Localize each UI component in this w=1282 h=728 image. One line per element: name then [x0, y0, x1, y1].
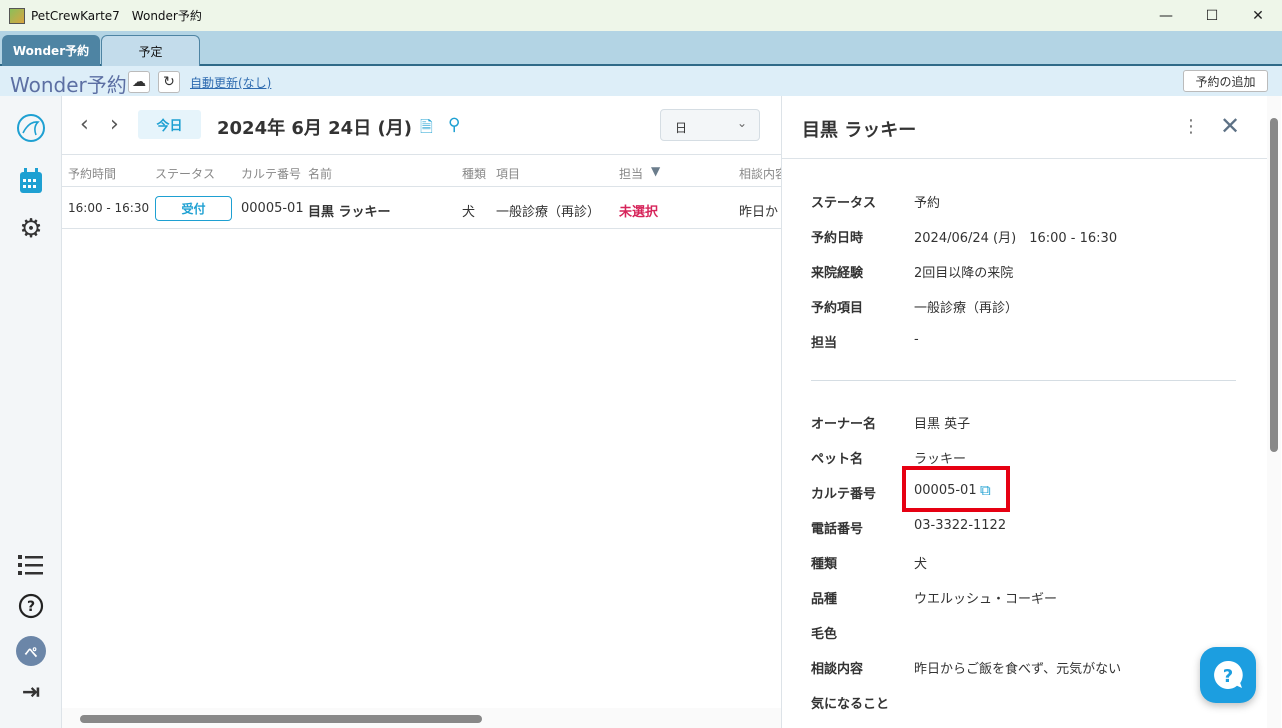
cell-time: 16:00 - 16:30 [68, 201, 150, 215]
cell-karte: 00005-01 [241, 201, 304, 216]
label-visit: 来院経験 [811, 266, 864, 281]
reservation-list-panel: ‹ › 今日 2024年 6月 24日 (月) 🗎 ⚲ 日 ⌄ 予約時間 ステータ… [62, 96, 787, 728]
status-button[interactable]: 受付 [155, 196, 232, 221]
label-owner: オーナー名 [811, 417, 877, 432]
sidebar: ⚙ ? ぺ ⇥ [0, 96, 62, 728]
today-button[interactable]: 今日 [138, 110, 201, 139]
label-status: ステータス [811, 196, 877, 211]
value-datetime: 2024/06/24 (月) 16:00 - 16:30 [914, 231, 1118, 246]
refresh-icon: ↻ [163, 74, 175, 90]
tab-yotei[interactable]: 予定 [101, 35, 200, 66]
prev-day-button[interactable]: ‹ [80, 112, 89, 137]
calendar-icon[interactable] [16, 166, 46, 196]
chat-help-icon: ? [1214, 660, 1243, 689]
label-staff: 担当 [811, 336, 838, 351]
detail-title: 目黒 ラッキー [802, 120, 917, 141]
close-window-button[interactable]: ✕ [1235, 0, 1281, 31]
refresh-button[interactable]: ↻ [158, 71, 180, 93]
add-reservation-button[interactable]: 予約の追加 [1183, 70, 1268, 92]
table-row[interactable]: 16:00 - 16:30 受付 00005-01 目黒 ラッキー 犬 一般診療… [62, 187, 781, 229]
divider [782, 158, 1267, 159]
label-color: 毛色 [811, 627, 838, 642]
search-icon[interactable]: ⚲ [448, 115, 460, 135]
cell-staff: 未選択 [619, 205, 659, 220]
col-name[interactable]: 名前 [308, 165, 332, 182]
view-select-value: 日 [675, 121, 688, 135]
help-circle-icon[interactable]: ? [16, 591, 46, 621]
col-time[interactable]: 予約時間 [68, 165, 116, 182]
tab-bar: Wonder予約 予定 [0, 31, 1282, 66]
app-icon [9, 7, 25, 24]
vertical-scroll-thumb[interactable] [1270, 118, 1278, 452]
maximize-button[interactable]: ☐ [1189, 0, 1235, 31]
value-status: 予約 [914, 196, 941, 211]
value-visit: 2回目以降の来院 [914, 266, 1014, 281]
detail-panel: 目黒 ラッキー ⋮ ✕ ステータス 予約 予約日時 2024/06/24 (月) 1… [781, 96, 1282, 728]
logout-icon[interactable]: ⇥ [16, 677, 46, 707]
highlight-box [902, 466, 1010, 512]
col-item[interactable]: 項目 [496, 165, 520, 182]
value-consult: 昨日からご飯を食べず、元気がない [914, 662, 1122, 677]
value-item: 一般診療（再診） [914, 301, 1019, 316]
label-datetime: 予約日時 [811, 231, 864, 246]
col-kind[interactable]: 種類 [462, 165, 486, 182]
document-icon[interactable]: 🗎 [420, 116, 433, 143]
cell-name: 目黒 ラッキー [308, 205, 391, 220]
label-item: 予約項目 [811, 301, 864, 316]
svg-text:?: ? [1223, 666, 1233, 687]
auto-refresh-link[interactable]: 自動更新(なし) [190, 74, 271, 91]
value-owner: 目黒 英子 [914, 417, 971, 432]
help-chat-button[interactable]: ? [1200, 647, 1256, 703]
gear-icon[interactable]: ⚙ [16, 214, 46, 244]
list-icon[interactable] [16, 550, 46, 580]
label-phone: 電話番号 [811, 522, 864, 537]
label-pet: ペット名 [811, 452, 864, 467]
value-pet: ラッキー [914, 452, 967, 467]
label-concern: 気になること [811, 697, 890, 712]
cloud-sync-button[interactable]: ☁ [128, 71, 150, 93]
close-icon[interactable]: ✕ [1220, 112, 1240, 140]
chevron-down-icon: ⌄ [736, 116, 747, 130]
value-kind: 犬 [914, 557, 928, 572]
value-phone: 03-3322-1122 [914, 518, 1007, 533]
label-breed: 品種 [811, 592, 838, 607]
col-karte[interactable]: カルテ番号 [241, 165, 301, 182]
tab-wonder-yoyaku[interactable]: Wonder予約 [2, 35, 100, 66]
user-avatar-icon[interactable]: ぺ [16, 636, 46, 666]
next-day-button[interactable]: › [110, 112, 119, 137]
label-kind: 種類 [811, 557, 838, 572]
col-staff[interactable]: 担当 [619, 165, 643, 182]
divider [811, 380, 1236, 381]
toolbar: Wonder予約 ☁ ↻ 自動更新(なし) 予約の追加 [0, 66, 1282, 97]
label-karte: カルテ番号 [811, 487, 877, 502]
table-header: 予約時間 ステータス カルテ番号 名前 種類 項目 担当 ▼ 相談内容 [62, 154, 787, 187]
view-select[interactable]: 日 ⌄ [660, 109, 760, 141]
value-staff: - [914, 332, 919, 347]
logo-icon[interactable] [16, 113, 46, 143]
current-date: 2024年 6月 24日 (月) [217, 118, 412, 139]
minimize-button[interactable]: — [1143, 0, 1189, 31]
horizontal-scroll-thumb[interactable] [80, 715, 482, 723]
svg-text:?: ? [27, 599, 35, 615]
cell-item: 一般診療（再診） [496, 205, 601, 220]
cell-kind: 犬 [462, 205, 476, 220]
window-title: PetCrewKarte7 Wonder予約 [31, 9, 202, 23]
filter-icon[interactable]: ▼ [651, 164, 660, 178]
page-title: Wonder予約 [10, 73, 127, 97]
cell-consult: 昨日か [739, 205, 779, 220]
more-menu-icon[interactable]: ⋮ [1182, 116, 1200, 137]
label-consult: 相談内容 [811, 662, 864, 677]
col-consult[interactable]: 相談内容 [739, 165, 787, 182]
cloud-sync-icon: ☁ [132, 74, 146, 90]
value-breed: ウエルッシュ・コーギー [914, 592, 1058, 607]
col-status[interactable]: ステータス [155, 165, 215, 182]
title-bar: PetCrewKarte7 Wonder予約 — ☐ ✕ [0, 0, 1282, 31]
